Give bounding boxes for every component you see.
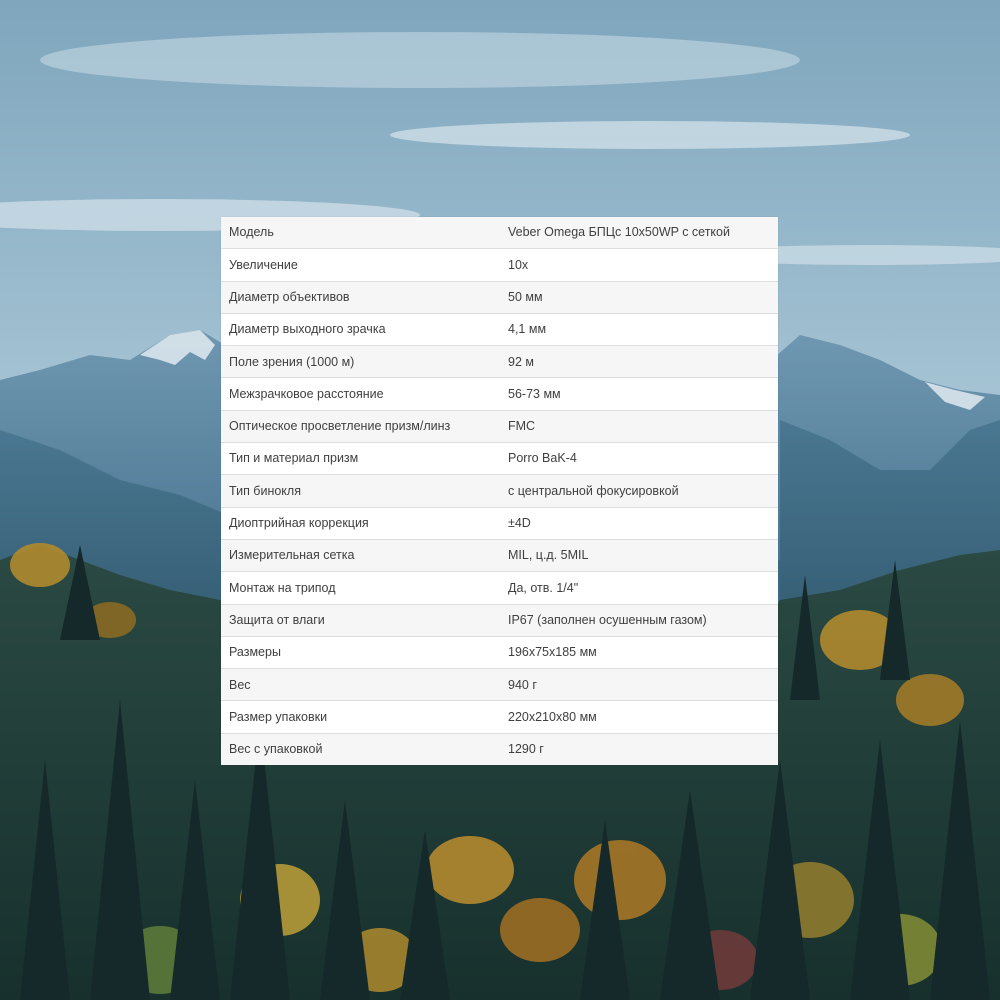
spec-name: Тип бинокля <box>221 474 500 508</box>
table-row: Вес 940 г <box>221 668 778 702</box>
spec-value: 10x <box>500 248 778 282</box>
table-row: Модель Veber Omega БПЦс 10x50WP с сеткой <box>221 217 778 250</box>
spec-name: Размеры <box>221 636 500 670</box>
spec-name: Диаметр объективов <box>221 281 500 314</box>
spec-value: Да, отв. 1/4" <box>500 571 778 605</box>
spec-value: 1290 г <box>500 733 778 766</box>
spec-value: 220x210x80 мм <box>500 700 778 734</box>
table-row: Диаметр выходного зрачка 4,1 мм <box>221 313 778 347</box>
spec-name: Тип и материал призм <box>221 442 500 476</box>
spec-name: Модель <box>221 217 500 250</box>
table-row: Тип и материал призм Porro BaK-4 <box>221 442 778 476</box>
spec-name: Вес с упаковкой <box>221 733 500 766</box>
spec-value: MIL, ц.д. 5MIL <box>500 539 778 573</box>
table-row: Оптическое просветление призм/линз FMC <box>221 410 778 444</box>
table-row: Межзрачковое расстояние 56-73 мм <box>221 377 778 411</box>
spec-value: 92 м <box>500 345 778 379</box>
table-row: Вес с упаковкой 1290 г <box>221 733 778 766</box>
table-row: Тип бинокля с центральной фокусировкой <box>221 474 778 508</box>
spec-name: Оптическое просветление призм/линз <box>221 410 500 444</box>
spec-value: 940 г <box>500 668 778 702</box>
spec-value: 4,1 мм <box>500 313 778 347</box>
specification-table: Модель Veber Omega БПЦс 10x50WP с сеткой… <box>221 217 778 766</box>
spec-name: Защита от влаги <box>221 604 500 637</box>
spec-name: Увеличение <box>221 248 500 282</box>
spec-name: Диоптрийная коррекция <box>221 507 500 540</box>
spec-name: Диаметр выходного зрачка <box>221 313 500 347</box>
table-row: Размер упаковки 220x210x80 мм <box>221 700 778 734</box>
table-row: Монтаж на трипод Да, отв. 1/4" <box>221 571 778 605</box>
spec-value: ±4D <box>500 507 778 540</box>
spec-value: 50 мм <box>500 281 778 314</box>
table-row: Диоптрийная коррекция ±4D <box>221 507 778 540</box>
spec-value: Veber Omega БПЦс 10x50WP с сеткой <box>500 217 778 250</box>
specification-table-body: Модель Veber Omega БПЦс 10x50WP с сеткой… <box>221 217 778 766</box>
spec-value: 196x75x185 мм <box>500 636 778 670</box>
cloud <box>390 121 910 149</box>
table-row: Диаметр объективов 50 мм <box>221 281 778 314</box>
table-row: Защита от влаги IP67 (заполнен осушенным… <box>221 604 778 637</box>
spec-name: Размер упаковки <box>221 700 500 734</box>
spec-value: IP67 (заполнен осушенным газом) <box>500 604 778 637</box>
spec-value: Porro BaK-4 <box>500 442 778 476</box>
table-row: Измерительная сетка MIL, ц.д. 5MIL <box>221 539 778 573</box>
spec-value: с центральной фокусировкой <box>500 474 778 508</box>
table-row: Размеры 196x75x185 мм <box>221 636 778 670</box>
spec-name: Измерительная сетка <box>221 539 500 573</box>
spec-value: 56-73 мм <box>500 377 778 411</box>
spec-value: FMC <box>500 410 778 444</box>
spec-name: Монтаж на трипод <box>221 571 500 605</box>
spec-name: Поле зрения (1000 м) <box>221 345 500 379</box>
spec-name: Межзрачковое расстояние <box>221 377 500 411</box>
table-row: Поле зрения (1000 м) 92 м <box>221 345 778 379</box>
spec-name: Вес <box>221 668 500 702</box>
table-row: Увеличение 10x <box>221 248 778 282</box>
cloud <box>40 32 800 88</box>
